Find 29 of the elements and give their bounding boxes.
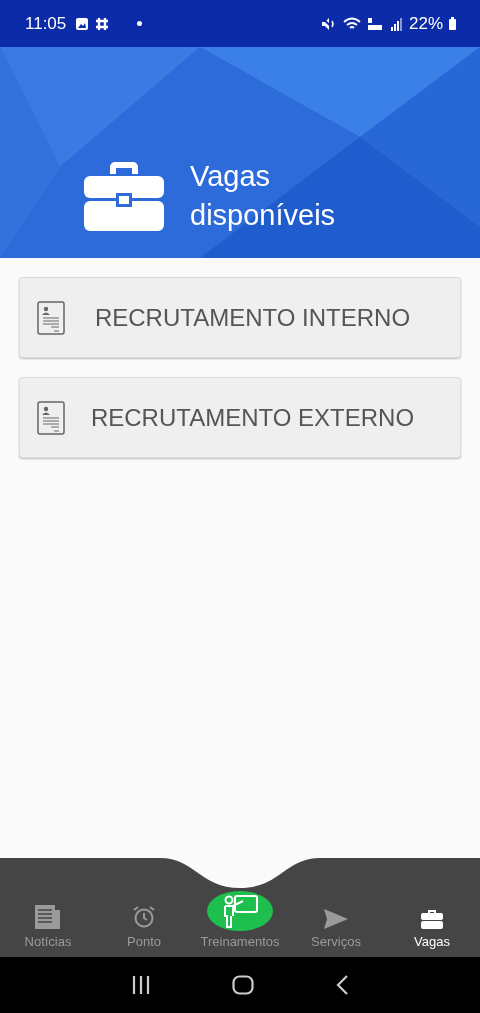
nav-tab[interactable]: Ponto [96,892,192,957]
page-title: Vagas disponíveis [190,159,337,233]
battery-icon [449,17,456,30]
recruitment-button[interactable]: RECRUTAMENTO INTERNO [19,277,461,358]
clock-time: 11:05 [25,13,67,34]
image-icon [75,16,90,31]
send-icon [324,909,348,929]
mute-icon [320,16,337,31]
back-icon[interactable] [335,975,350,995]
nav-tab[interactable]: Treinamentos [192,892,288,957]
dot-icon [137,21,143,26]
alarm-clock-icon [132,905,156,929]
resume-icon [37,300,65,335]
nav-tab[interactable]: Vagas [384,892,480,957]
nav-tab[interactable]: Notícias [0,892,96,957]
briefcase-icon [421,909,443,929]
training-icon [207,891,273,931]
newspaper-icon [35,905,61,929]
recruitment-button[interactable]: RECRUTAMENTO EXTERNO [19,377,461,458]
lte-icon [366,16,385,31]
signal-icon [390,16,403,31]
recent-apps-icon[interactable] [130,976,151,994]
briefcase-icon [84,160,164,232]
wifi-icon [342,16,361,31]
battery-percent: 22% [408,13,443,34]
home-icon[interactable] [232,975,254,995]
nav-tab[interactable]: Serviços [288,892,384,957]
hash-icon [95,16,110,31]
resume-icon [37,400,65,435]
